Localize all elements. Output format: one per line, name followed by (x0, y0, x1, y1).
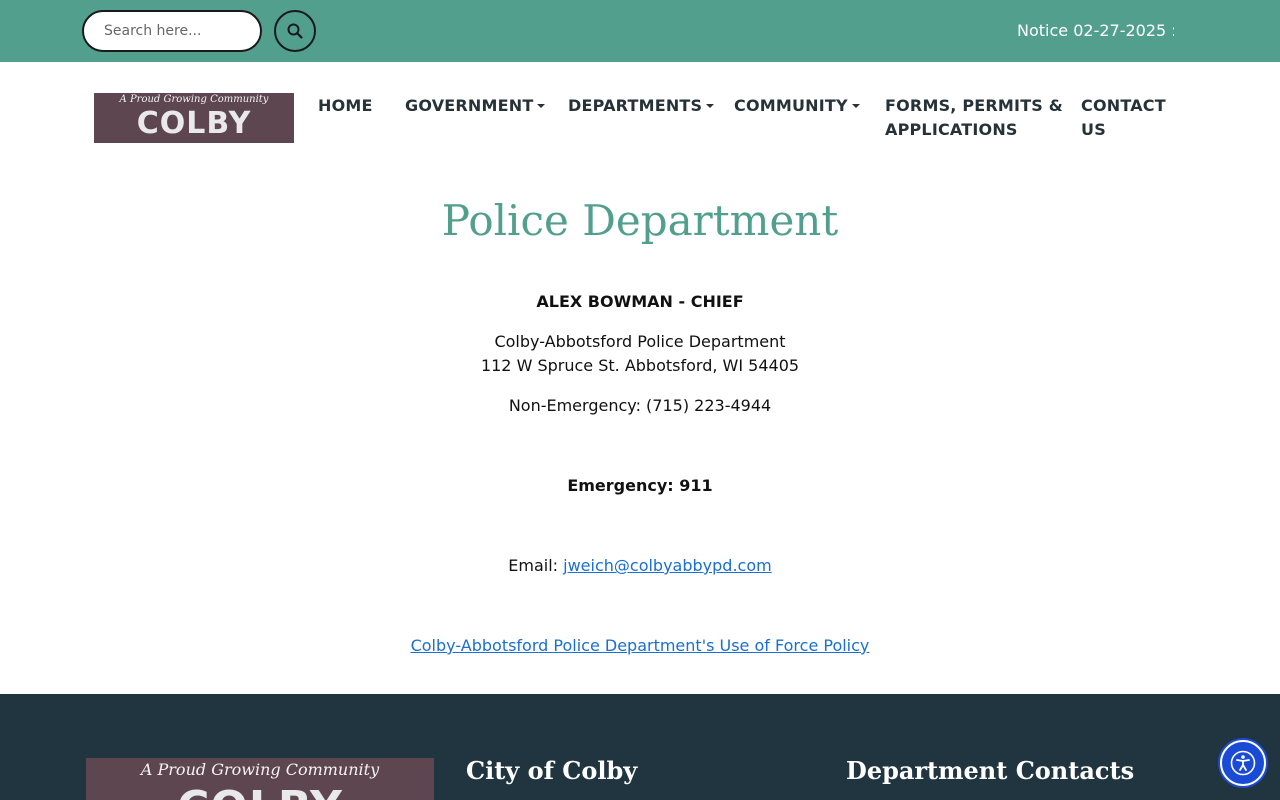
nav-home[interactable]: HOME (318, 94, 373, 118)
notice-text[interactable]: Notice 02-27-2025 : W (1017, 21, 1174, 40)
email-row: Email: jweich@colbyabbypd.com (0, 554, 1280, 578)
nav-contact-label-line1: CONTACT (1081, 96, 1166, 115)
search-input[interactable] (82, 10, 262, 52)
logo-tagline: A Proud Growing Community (119, 94, 269, 105)
nav-community[interactable]: COMMUNITY (734, 94, 860, 118)
nav-community-label: COMMUNITY (734, 96, 848, 115)
chevron-down-icon (851, 104, 860, 108)
site-logo[interactable]: A Proud Growing Community COLBY (94, 93, 294, 143)
footer-heading-city: City of Colby (466, 756, 638, 785)
nav-contact[interactable]: CONTACT US (1081, 94, 1166, 142)
nav-forms-label-line2: APPLICATIONS (885, 120, 1018, 139)
nav-contact-label-line2: US (1081, 120, 1106, 139)
chief-name: ALEX BOWMAN - CHIEF (536, 292, 744, 311)
policy-row: Colby-Abbotsford Police Department's Use… (0, 634, 1280, 658)
nav-departments-label: DEPARTMENTS (568, 96, 703, 115)
non-emergency-phone: Non-Emergency: (715) 223-4944 (508, 396, 772, 415)
search-icon (287, 23, 303, 39)
footer-logo-tagline: A Proud Growing Community (140, 760, 380, 779)
nav-forms[interactable]: FORMS, PERMITS & APPLICATIONS (885, 94, 1063, 142)
footer-logo-wordmark: COLBY (86, 782, 434, 800)
footer-heading-contacts: Department Contacts (846, 756, 1135, 785)
emergency-phone: Emergency: 911 (567, 476, 713, 495)
notice-ticker[interactable]: Notice 02-27-2025 : W (1010, 0, 1174, 62)
address-line-2: 112 W Spruce St. Abbotsford, WI 54405 (480, 356, 800, 375)
accessibility-button[interactable] (1220, 740, 1266, 786)
nav-forms-label-line1: FORMS, PERMITS & (885, 96, 1063, 115)
chevron-down-icon (537, 104, 546, 108)
address-line-1: Colby-Abbotsford Police Department (494, 332, 786, 351)
email-link[interactable]: jweich@colbyabbypd.com (563, 556, 772, 575)
nav-departments[interactable]: DEPARTMENTS (568, 94, 715, 118)
page-title: Police Department (441, 196, 839, 245)
use-of-force-policy-link[interactable]: Colby-Abbotsford Police Department's Use… (411, 636, 870, 655)
site-footer: A Proud Growing Community COLBY City of … (0, 694, 1280, 800)
footer-logo[interactable]: A Proud Growing Community COLBY (86, 758, 434, 800)
nav-government[interactable]: GOVERNMENT (405, 94, 546, 118)
chevron-down-icon (706, 104, 715, 108)
search-button[interactable] (274, 10, 316, 52)
accessibility-icon (1230, 750, 1256, 776)
nav-home-label: HOME (318, 96, 373, 115)
nav-government-label: GOVERNMENT (405, 96, 534, 115)
logo-wordmark: COLBY (136, 106, 252, 141)
top-bar: Notice 02-27-2025 : W (0, 0, 1280, 62)
email-label: Email: (508, 556, 564, 575)
